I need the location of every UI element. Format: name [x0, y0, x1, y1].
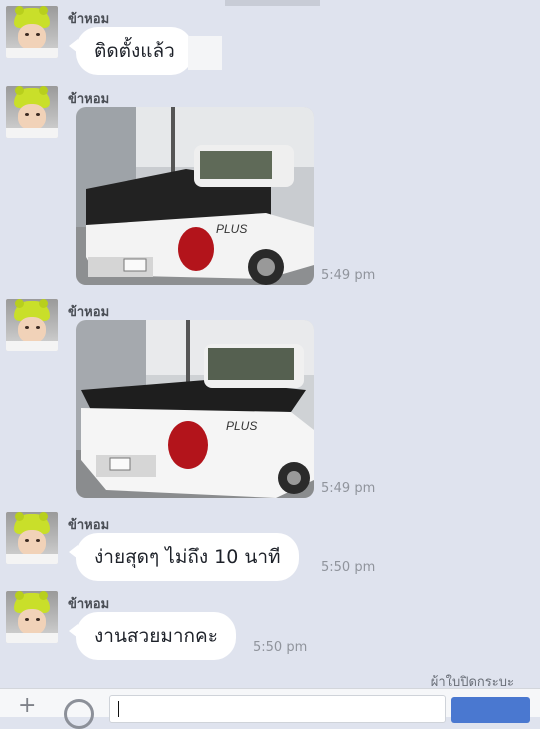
smiley-icon[interactable] [64, 699, 94, 729]
sender-name[interactable]: ข้าหอม [68, 514, 109, 535]
photo-attachment[interactable]: PLUS [76, 320, 314, 498]
timestamp: 5:49 pm [321, 268, 376, 283]
message-input[interactable] [109, 695, 446, 723]
truck-photo: PLUS [76, 320, 314, 498]
text-caret [118, 701, 119, 717]
sender-name[interactable]: ข้าหอม [68, 593, 109, 614]
avatar[interactable] [6, 591, 58, 643]
message-bubble[interactable]: งานสวยมากคะ [69, 612, 236, 660]
truck-badge: PLUS [216, 222, 247, 236]
timestamp: 5:49 pm [321, 481, 376, 496]
sender-name[interactable]: ข้าหอม [68, 301, 109, 322]
plus-icon[interactable]: + [18, 695, 36, 717]
truck-badge: PLUS [226, 419, 257, 433]
sender-name[interactable]: ข้าหอม [68, 8, 109, 29]
avatar[interactable] [6, 299, 58, 351]
avatar[interactable] [6, 6, 58, 58]
photo-attachment[interactable]: PLUS [76, 107, 314, 285]
truck-photo: PLUS [76, 107, 314, 285]
timestamp: 5:50 pm [253, 640, 308, 655]
timestamp: 5:50 pm [321, 560, 376, 575]
avatar[interactable] [6, 512, 58, 564]
redaction-block [188, 36, 222, 70]
message-bubble[interactable]: ง่ายสุดๆ ไม่ถึง 10 นาที [69, 533, 299, 581]
top-strip [225, 0, 320, 6]
send-button[interactable] [451, 697, 530, 723]
sender-name[interactable]: ข้าหอม [68, 88, 109, 109]
avatar[interactable] [6, 86, 58, 138]
message-bubble[interactable]: ติดตั้งแล้ว [69, 27, 193, 75]
message-composer: + [0, 688, 540, 729]
